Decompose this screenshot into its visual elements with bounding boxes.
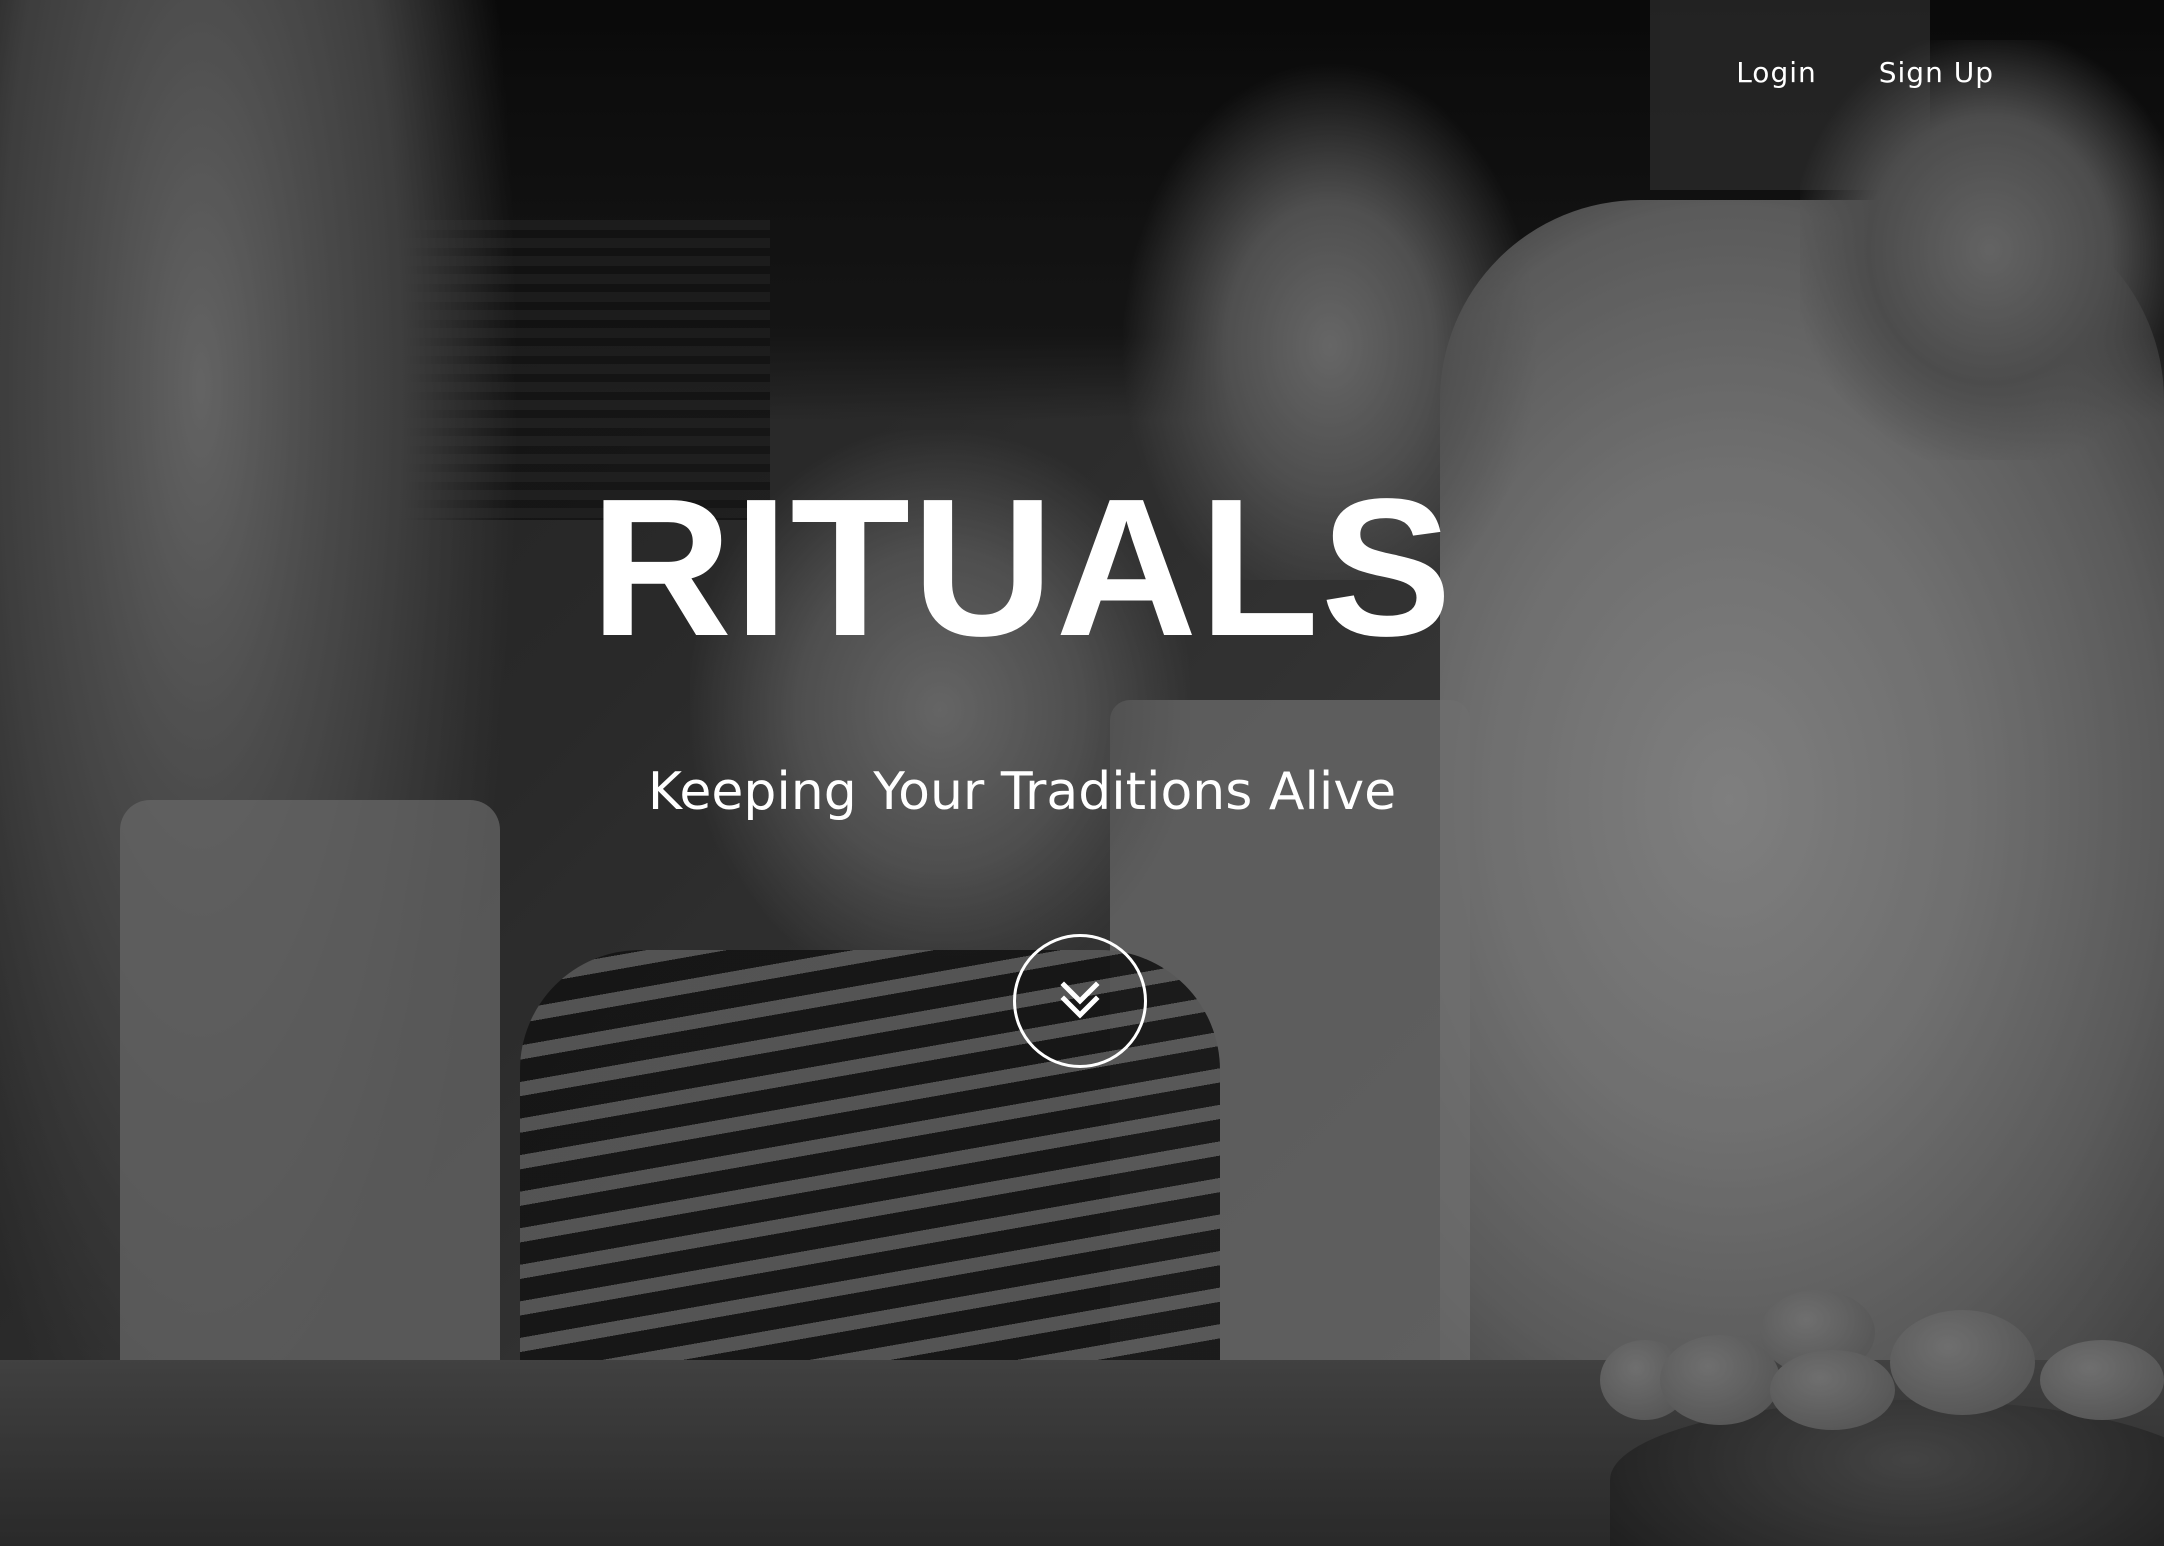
double-chevron-down-icon (1060, 981, 1100, 1019)
scroll-down-button[interactable] (1013, 934, 1147, 1068)
hero-subtitle-text: Keeping Your Traditions Alive (647, 762, 1397, 822)
login-link[interactable]: Login (1736, 56, 1817, 89)
hero-title-text: RITUALS (590, 458, 1454, 677)
hero-section: Login Sign Up RITUALS Keeping Your Tradi… (0, 0, 2164, 1546)
hero-title: RITUALS (0, 470, 2164, 666)
top-nav: Login Sign Up (1736, 56, 1994, 89)
hero-subtitle: Keeping Your Traditions Alive (0, 766, 2164, 818)
signup-link[interactable]: Sign Up (1879, 56, 1994, 89)
